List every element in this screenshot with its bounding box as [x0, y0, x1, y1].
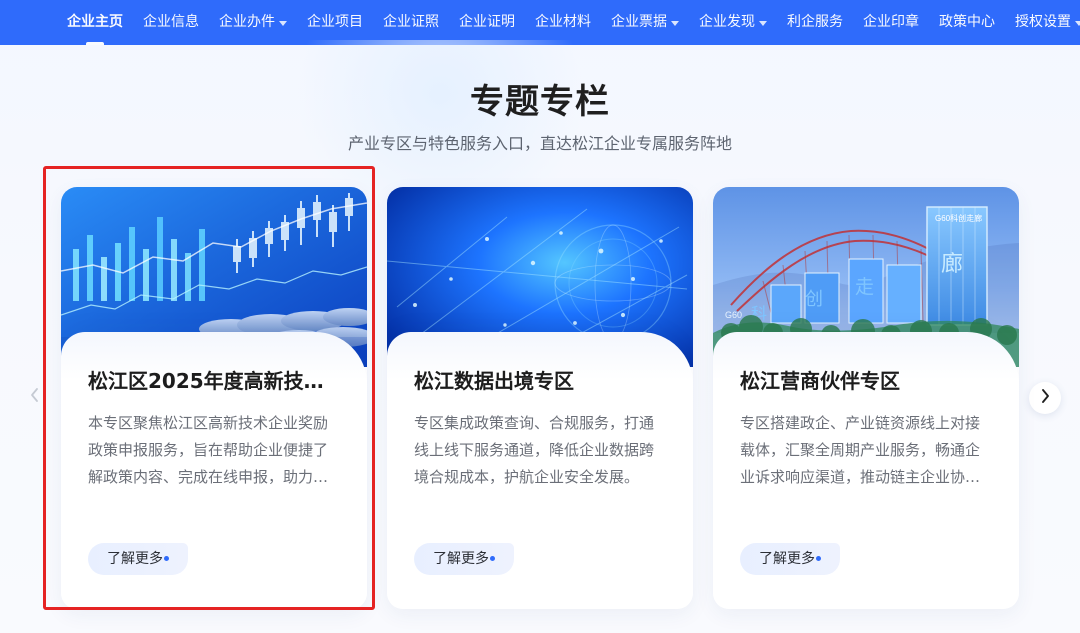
- nav-label: 政策中心: [939, 14, 995, 30]
- card-title: 松江区2025年度高新技术企业奖励政策申报专区: [88, 369, 338, 393]
- chevron-right-icon: [1039, 388, 1051, 408]
- chevron-left-icon: [29, 387, 41, 408]
- nav-item-enterprise-certificates[interactable]: 企业证明: [459, 0, 515, 45]
- nav-item-home[interactable]: 企业主页: [67, 0, 123, 45]
- nav-label: 企业办件: [219, 14, 275, 30]
- nav-label: 利企服务: [787, 14, 843, 30]
- nav-item-authorization-settings[interactable]: 授权设置: [1015, 0, 1080, 45]
- dot-icon: [490, 556, 495, 561]
- nav-label: 企业印章: [863, 14, 919, 30]
- nav-label: 企业证照: [383, 14, 439, 30]
- nav-item-enterprise-projects[interactable]: 企业项目: [307, 0, 363, 45]
- nav-item-business-services[interactable]: 利企服务: [787, 0, 843, 45]
- learn-more-label: 了解更多: [433, 551, 489, 567]
- card-title: 松江营商伙伴专区: [740, 369, 900, 393]
- caret-down-icon: [1075, 21, 1080, 26]
- learn-more-button[interactable]: 了解更多: [740, 543, 840, 575]
- learn-more-label: 了解更多: [759, 551, 815, 567]
- topic-card-high-tech-policy[interactable]: 松江区2025年度高新技术企业奖励政策申报专区 本专区聚焦松江区高新技术企业奖励…: [61, 187, 367, 609]
- g60-char: 走: [855, 276, 874, 298]
- g60-small: G60: [725, 310, 742, 320]
- nav-label: 授权设置: [1015, 14, 1071, 30]
- dot-icon: [816, 556, 821, 561]
- nav-label: 企业信息: [143, 14, 199, 30]
- card-description: 本专区聚焦松江区高新技术企业奖励政策申报服务，旨在帮助企业便捷了解政策内容、完成…: [88, 414, 329, 486]
- nav-label: 企业票据: [611, 14, 667, 30]
- caret-down-icon: [279, 21, 287, 26]
- nav-item-enterprise-affairs[interactable]: 企业办件: [219, 0, 287, 45]
- section-title: 专题专栏: [470, 82, 610, 122]
- topic-card-business-partner[interactable]: G60科创走廊 G60 科 创 走 廊 松江营商伙伴专区 专区搭建政企、产业链资…: [713, 187, 1019, 609]
- g60-char: 创: [805, 289, 823, 310]
- learn-more-button[interactable]: 了解更多: [88, 543, 188, 575]
- carousel-prev-button[interactable]: [24, 384, 46, 412]
- nav-label: 企业材料: [535, 14, 591, 30]
- nav-item-enterprise-materials[interactable]: 企业材料: [535, 0, 591, 45]
- nav-label: 企业项目: [307, 14, 363, 30]
- learn-more-label: 了解更多: [107, 551, 163, 567]
- nav-label: 企业证明: [459, 14, 515, 30]
- learn-more-button[interactable]: 了解更多: [414, 543, 514, 575]
- card-description: 专区集成政策查询、合规服务，打通线上线下服务通道，降低企业数据跨境合规成本，护航…: [414, 414, 655, 486]
- nav-item-policy-center[interactable]: 政策中心: [939, 0, 995, 45]
- nav-item-enterprise-discovery[interactable]: 企业发现: [699, 0, 767, 45]
- g60-logo: G60科创走廊: [935, 213, 982, 223]
- nav-list: 企业主页 企业信息 企业办件 企业项目 企业证照 企业证明 企业材料 企业票据 …: [67, 0, 1080, 45]
- section-subtitle: 产业专区与特色服务入口，直达松江企业专属服务阵地: [347, 134, 732, 153]
- g60-char: 廊: [941, 252, 963, 277]
- nav-label: 企业发现: [699, 14, 755, 30]
- nav-item-enterprise-info[interactable]: 企业信息: [143, 0, 199, 45]
- caret-down-icon: [671, 21, 679, 26]
- card-description: 专区搭建政企、产业链资源线上对接载体，汇聚全周期产业服务，畅通企业诉求响应渠道，…: [740, 414, 981, 486]
- carousel-next-button[interactable]: [1029, 382, 1061, 414]
- topic-card-data-export[interactable]: 松江数据出境专区 专区集成政策查询、合规服务，打通线上线下服务通道，降低企业数据…: [387, 187, 693, 609]
- dot-icon: [164, 556, 169, 561]
- nav-label: 企业主页: [67, 14, 123, 30]
- top-navigation-bar: 企业主页 企业信息 企业办件 企业项目 企业证照 企业证明 企业材料 企业票据 …: [0, 0, 1080, 45]
- nav-item-enterprise-invoices[interactable]: 企业票据: [611, 0, 679, 45]
- card-title: 松江数据出境专区: [414, 369, 574, 393]
- nav-item-enterprise-licenses[interactable]: 企业证照: [383, 0, 439, 45]
- caret-down-icon: [759, 21, 767, 26]
- nav-item-enterprise-seals[interactable]: 企业印章: [863, 0, 919, 45]
